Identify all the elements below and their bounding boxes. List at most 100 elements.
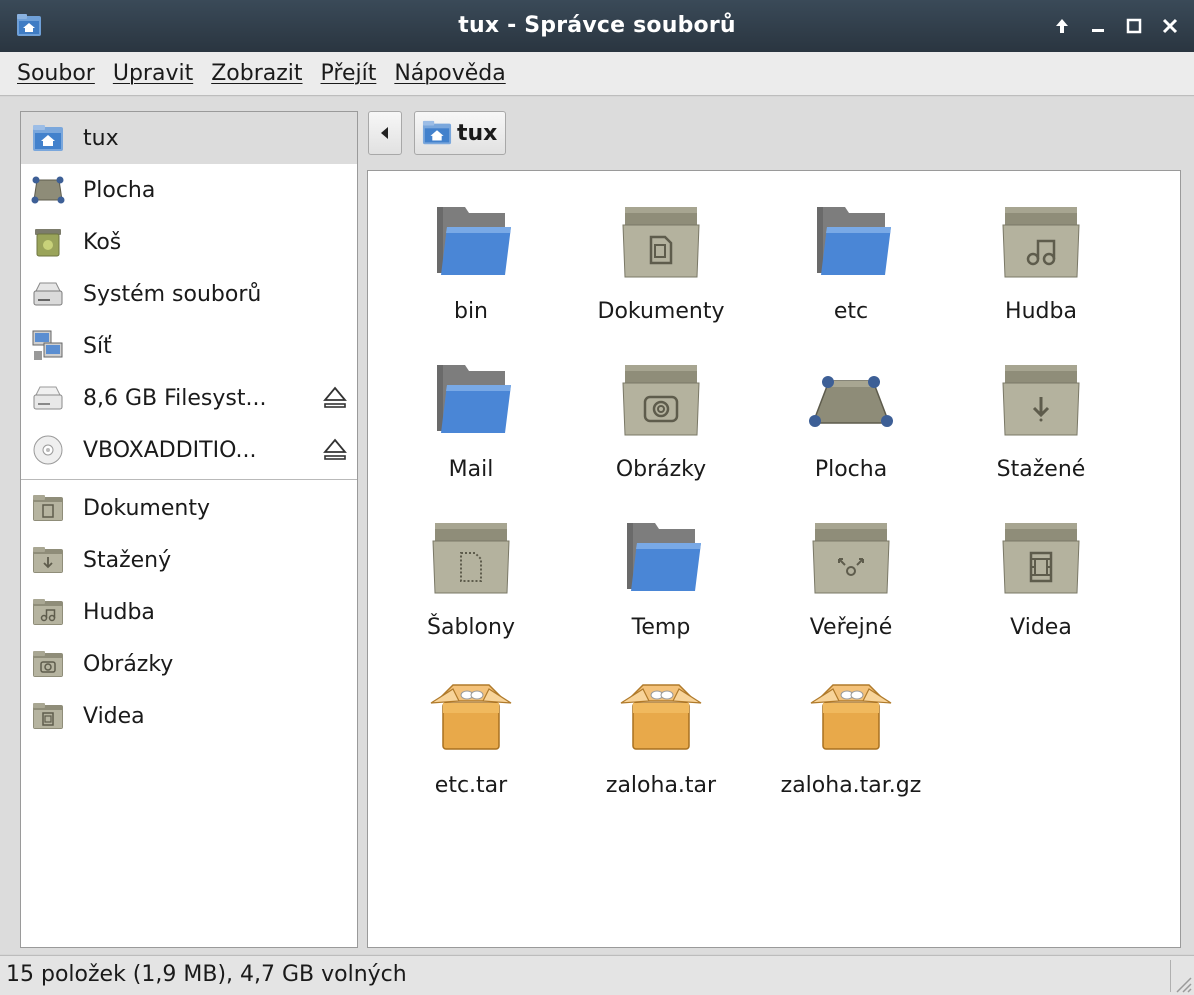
file-item[interactable]: Veřejné xyxy=(766,515,936,665)
downloads-folder-icon xyxy=(33,547,63,573)
sidebar-item-videa[interactable]: Videa xyxy=(21,690,357,742)
sidebar-item-dokumenty[interactable]: Dokumenty xyxy=(21,482,357,534)
file-name: Obrázky xyxy=(615,457,707,482)
menu-zobrazit[interactable]: Zobrazit xyxy=(202,54,311,94)
home-folder-icon xyxy=(33,125,63,151)
sidebar-item-system-souboru[interactable]: Systém souborů xyxy=(21,268,357,320)
pictures-folder-icon xyxy=(619,357,703,441)
menu-bar: Soubor Upravit Zobrazit Přejít Nápověda xyxy=(0,52,1194,96)
back-button[interactable] xyxy=(368,111,402,155)
eject-icon[interactable] xyxy=(323,385,347,411)
sidebar-item-plocha[interactable]: Plocha xyxy=(21,164,357,216)
file-name: zaloha.tar xyxy=(605,773,717,798)
status-bar: 15 položek (1,9 MB), 4,7 GB volných xyxy=(0,955,1194,995)
file-item[interactable]: Šablony xyxy=(386,515,556,665)
sidebar-item-label: Síť xyxy=(83,333,112,359)
sidebar-item-filesystem-drive[interactable]: 8,6 GB Filesyst... xyxy=(21,372,357,424)
network-icon xyxy=(32,330,63,360)
sidebar-item-label: 8,6 GB Filesyst... xyxy=(83,385,267,411)
sidebar-item-label: Dokumenty xyxy=(83,495,210,521)
sidebar-item-label: Stažený xyxy=(83,547,172,573)
title-bar[interactable]: tux - Správce souborů xyxy=(0,0,1194,52)
videos-folder-icon xyxy=(999,515,1083,599)
home-folder-icon xyxy=(422,120,452,145)
archive-icon xyxy=(619,673,703,757)
file-item[interactable]: Plocha xyxy=(766,357,936,507)
path-bar: tux xyxy=(368,111,507,155)
file-name: Temp xyxy=(631,615,691,640)
file-name: zaloha.tar.gz xyxy=(780,773,922,798)
sidebar-item-label: Plocha xyxy=(83,177,156,203)
archive-icon xyxy=(429,673,513,757)
sidebar-item-label: Koš xyxy=(83,229,122,255)
sidebar-item-stazeny[interactable]: Stažený xyxy=(21,534,357,586)
arrow-up-icon xyxy=(1056,19,1068,33)
pictures-folder-icon xyxy=(33,651,63,677)
menu-prejit[interactable]: Přejít xyxy=(312,54,386,94)
sidebar-item-vboxadditions[interactable]: VBOXADDITIO... xyxy=(21,424,357,476)
maximize-button[interactable] xyxy=(1116,8,1152,44)
music-folder-icon xyxy=(33,599,63,625)
sidebar-separator xyxy=(21,479,357,480)
main-area: tux Plocha Koš Systém souborů Síť 8,6 GB… xyxy=(0,97,1194,954)
downloads-folder-icon xyxy=(999,357,1083,441)
menu-napoveda[interactable]: Nápověda xyxy=(385,54,514,94)
back-arrow-icon xyxy=(381,127,388,139)
sidebar-item-label: Hudba xyxy=(83,599,155,625)
menu-upravit[interactable]: Upravit xyxy=(104,54,202,94)
desktop-icon xyxy=(809,357,893,441)
folder-icon xyxy=(619,515,703,599)
sidebar-item-label: tux xyxy=(83,125,119,151)
file-name: Stažené xyxy=(996,457,1086,482)
minimize-button[interactable] xyxy=(1080,8,1116,44)
maximize-icon xyxy=(1126,18,1142,34)
window-controls xyxy=(1044,8,1188,44)
desktop-icon xyxy=(31,176,65,204)
file-item[interactable]: zaloha.tar.gz xyxy=(766,673,936,823)
breadcrumb-label: tux xyxy=(457,120,498,146)
file-item[interactable]: Videa xyxy=(956,515,1126,665)
file-name: Hudba xyxy=(1005,299,1077,324)
close-icon xyxy=(1162,18,1178,34)
sidebar-item-obrazky[interactable]: Obrázky xyxy=(21,638,357,690)
file-name: Videa xyxy=(1010,615,1072,640)
menu-soubor[interactable]: Soubor xyxy=(8,54,104,94)
status-text: 15 položek (1,9 MB), 4,7 GB volných xyxy=(6,962,407,987)
sidebar-item-tux[interactable]: tux xyxy=(21,112,357,164)
sidebar-item-kos[interactable]: Koš xyxy=(21,216,357,268)
folder-icon xyxy=(809,199,893,283)
templates-folder-icon xyxy=(429,515,513,599)
close-button[interactable] xyxy=(1152,8,1188,44)
file-item[interactable]: etc xyxy=(766,199,936,349)
public-folder-icon xyxy=(809,515,893,599)
music-folder-icon xyxy=(999,199,1083,283)
filesystem-drive-icon xyxy=(33,282,63,306)
status-divider xyxy=(1170,960,1171,992)
file-item[interactable]: Dokumenty xyxy=(576,199,746,349)
file-item[interactable]: zaloha.tar xyxy=(576,673,746,823)
sidebar-item-label: Videa xyxy=(83,703,145,729)
file-item[interactable]: Hudba xyxy=(956,199,1126,349)
sidebar-item-label: VBOXADDITIO... xyxy=(83,437,257,463)
file-name: Mail xyxy=(448,457,494,482)
drive-icon xyxy=(33,386,63,410)
sidebar-item-label: Systém souborů xyxy=(83,281,262,307)
file-item[interactable]: Mail xyxy=(386,357,556,507)
window-title: tux - Správce souborů xyxy=(458,13,736,38)
sidebar-item-hudba[interactable]: Hudba xyxy=(21,586,357,638)
file-name: Dokumenty xyxy=(597,299,725,324)
file-item[interactable]: Obrázky xyxy=(576,357,746,507)
sidebar-item-sit[interactable]: Síť xyxy=(21,320,357,372)
file-icon-view[interactable]: bin Dokumenty etc Hudba Mail Obrázky Plo… xyxy=(367,170,1181,948)
sidebar-item-label: Obrázky xyxy=(83,651,174,677)
keep-above-button[interactable] xyxy=(1044,8,1080,44)
file-item[interactable]: bin xyxy=(386,199,556,349)
sidebar[interactable]: tux Plocha Koš Systém souborů Síť 8,6 GB… xyxy=(20,111,358,948)
breadcrumb[interactable]: tux xyxy=(414,111,507,155)
resize-grip-icon[interactable] xyxy=(1174,975,1192,993)
archive-icon xyxy=(809,673,893,757)
eject-icon[interactable] xyxy=(323,437,347,463)
file-item[interactable]: etc.tar xyxy=(386,673,556,823)
file-item[interactable]: Temp xyxy=(576,515,746,665)
file-item[interactable]: Stažené xyxy=(956,357,1126,507)
